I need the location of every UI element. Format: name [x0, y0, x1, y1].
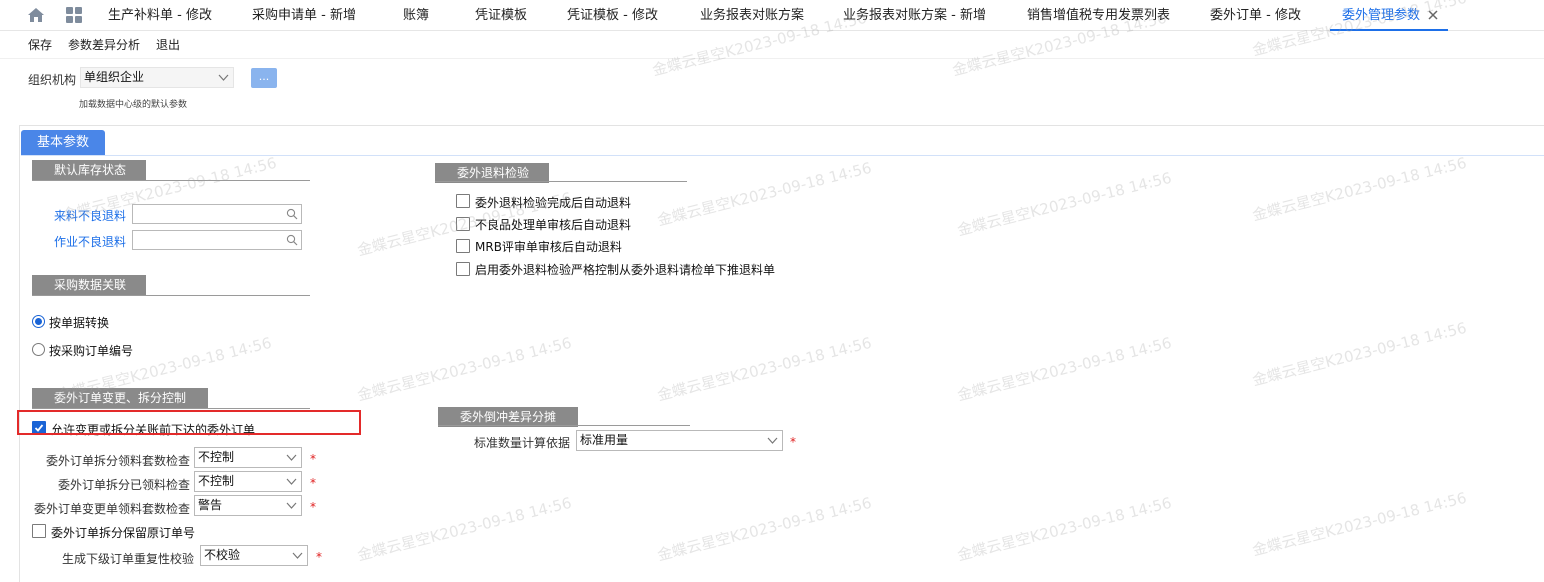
chevron-down-icon: [286, 478, 297, 485]
tab-outsource-order-edit[interactable]: 委外订单 - 修改: [1210, 0, 1301, 31]
std-qty-basis-label: 标准数量计算依据: [474, 436, 571, 450]
keep-original-no-checkbox[interactable]: [32, 524, 46, 538]
chevron-down-icon: [286, 454, 297, 461]
org-label: 组织机构: [28, 73, 77, 87]
operation-bad-return-input[interactable]: [132, 230, 302, 250]
split-picked-check-value: 不控制: [198, 474, 235, 488]
incoming-bad-return-input[interactable]: [132, 204, 302, 224]
strict-inspection-control-checkbox[interactable]: [456, 262, 470, 276]
watermark: 金蝶云星空K2023-09-18 14:56: [1250, 488, 1469, 560]
tab-basic-params[interactable]: 基本参数: [21, 130, 105, 155]
highlight-annotation-box: [17, 410, 361, 435]
search-icon[interactable]: [286, 234, 298, 246]
tab-purchase-request[interactable]: 采购申请单 - 新增: [252, 0, 356, 31]
radio-by-po-number[interactable]: [32, 343, 45, 356]
split-picked-check-label: 委外订单拆分已领料检查: [58, 478, 191, 492]
tab-bar: 生产补料单 - 修改 采购申请单 - 新增 账簿 凭证模板 凭证模板 - 修改 …: [0, 0, 1544, 31]
save-button[interactable]: 保存: [28, 36, 52, 53]
group-header-order-change: 委外订单变更、拆分控制: [32, 388, 208, 408]
radio-by-bill-convert[interactable]: [32, 315, 45, 328]
required-marker: *: [790, 435, 796, 449]
required-marker: *: [310, 500, 316, 514]
apps-grid-icon[interactable]: [66, 7, 82, 23]
search-icon[interactable]: [286, 208, 298, 220]
watermark: 金蝶云星空K2023-09-18 14:56: [355, 493, 574, 565]
chevron-down-icon: [218, 74, 229, 81]
group-divider: [435, 181, 687, 182]
split-pick-set-check-label: 委外订单拆分领料套数检查: [46, 454, 191, 468]
split-picked-check-select[interactable]: 不控制: [194, 471, 302, 492]
watermark: 金蝶云星空K2023-09-18 14:56: [355, 333, 574, 405]
watermark: 金蝶云星空K2023-09-18 14:56: [955, 333, 1174, 405]
group-header-reverse-diff: 委外倒冲差异分摊: [438, 407, 578, 427]
org-more-button[interactable]: ...: [251, 68, 277, 88]
operation-bad-return-label: 作业不良退料: [54, 235, 127, 249]
radio-by-bill-convert-label: 按单据转换: [49, 316, 110, 330]
org-hint: 加载数据中心级的默认参数: [79, 100, 188, 110]
watermark: 金蝶云星空K2023-09-18 14:56: [655, 333, 874, 405]
tab-outsource-params[interactable]: 委外管理参数: [1342, 0, 1420, 31]
chevron-down-icon: [286, 502, 297, 509]
chevron-down-icon: [767, 437, 778, 444]
watermark: 金蝶云星空K2023-09-18 14:56: [955, 168, 1174, 240]
exit-button[interactable]: 退出: [156, 36, 180, 53]
param-diff-button[interactable]: 参数差异分析: [68, 36, 140, 53]
toolbar: 保存 参数差异分析 退出: [0, 32, 1544, 56]
group-divider: [32, 408, 310, 409]
split-pick-set-check-value: 不控制: [198, 450, 235, 464]
auto-return-after-inspection-label: 委外退料检验完成后自动退料: [475, 196, 632, 210]
required-marker: *: [310, 452, 316, 466]
group-header-purchase-link: 采购数据关联: [32, 275, 146, 295]
auto-return-after-defect-audit-checkbox[interactable]: [456, 217, 470, 231]
tab-production-supplement[interactable]: 生产补料单 - 修改: [108, 0, 212, 31]
radio-by-po-number-label: 按采购订单编号: [49, 344, 134, 358]
group-header-return-inspection: 委外退料检验: [435, 163, 549, 183]
split-pick-set-check-select[interactable]: 不控制: [194, 447, 302, 468]
tab-voucher-template-edit[interactable]: 凭证模板 - 修改: [567, 0, 658, 31]
group-header-default-stock: 默认库存状态: [32, 160, 146, 180]
keep-original-no-label: 委外订单拆分保留原订单号: [51, 526, 196, 540]
dup-check-select[interactable]: 不校验: [200, 545, 308, 566]
section-tab-line: [21, 155, 1544, 156]
change-pick-set-check-value: 警告: [198, 498, 223, 512]
std-qty-basis-value: 标准用量: [580, 433, 629, 447]
tab-vat-invoice-list[interactable]: 销售增值税专用发票列表: [1027, 0, 1170, 31]
toolbar-divider: [0, 58, 1544, 59]
change-pick-set-check-select[interactable]: 警告: [194, 495, 302, 516]
auto-return-after-mrb-checkbox[interactable]: [456, 239, 470, 253]
strict-inspection-control-label: 启用委外退料检验严格控制从委外退料请检单下推退料单: [475, 263, 776, 277]
change-pick-set-check-label: 委外订单变更单领料套数检查: [34, 502, 191, 516]
org-select[interactable]: 单组织企业: [80, 67, 234, 88]
required-marker: *: [310, 476, 316, 490]
required-marker: *: [316, 550, 322, 564]
auto-return-after-defect-audit-label: 不良品处理单审核后自动退料: [475, 218, 632, 232]
panel-border-left: [19, 125, 20, 582]
chevron-down-icon: [292, 552, 303, 559]
group-divider: [32, 180, 310, 181]
auto-return-after-mrb-label: MRB评审单审核后自动退料: [475, 240, 622, 254]
close-tab-icon[interactable]: [1426, 8, 1440, 22]
watermark: 金蝶云星空K2023-09-18 14:56: [655, 158, 874, 230]
home-icon[interactable]: [27, 7, 45, 23]
tab-ledger[interactable]: 账簿: [403, 0, 429, 31]
tab-voucher-template[interactable]: 凭证模板: [475, 0, 527, 31]
tab-report-reconcile[interactable]: 业务报表对账方案: [700, 0, 804, 31]
group-divider: [438, 425, 690, 426]
std-qty-basis-select[interactable]: 标准用量: [576, 430, 783, 451]
panel-border: [19, 125, 1544, 126]
tab-report-reconcile-new[interactable]: 业务报表对账方案 - 新增: [843, 0, 986, 31]
incoming-bad-return-label: 来料不良退料: [54, 209, 127, 223]
watermark: 金蝶云星空K2023-09-18 14:56: [655, 493, 874, 565]
watermark: 金蝶云星空K2023-09-18 14:56: [955, 493, 1174, 565]
active-tab-indicator: [1330, 29, 1448, 31]
watermark: 金蝶云星空K2023-09-18 14:56: [1250, 153, 1469, 225]
watermark: 金蝶云星空K2023-09-18 14:56: [1250, 318, 1469, 390]
group-divider: [32, 295, 310, 296]
org-select-value: 单组织企业: [84, 70, 145, 84]
dup-check-label: 生成下级订单重复性校验: [62, 552, 195, 566]
auto-return-after-inspection-checkbox[interactable]: [456, 194, 470, 208]
dup-check-value: 不校验: [204, 548, 241, 562]
